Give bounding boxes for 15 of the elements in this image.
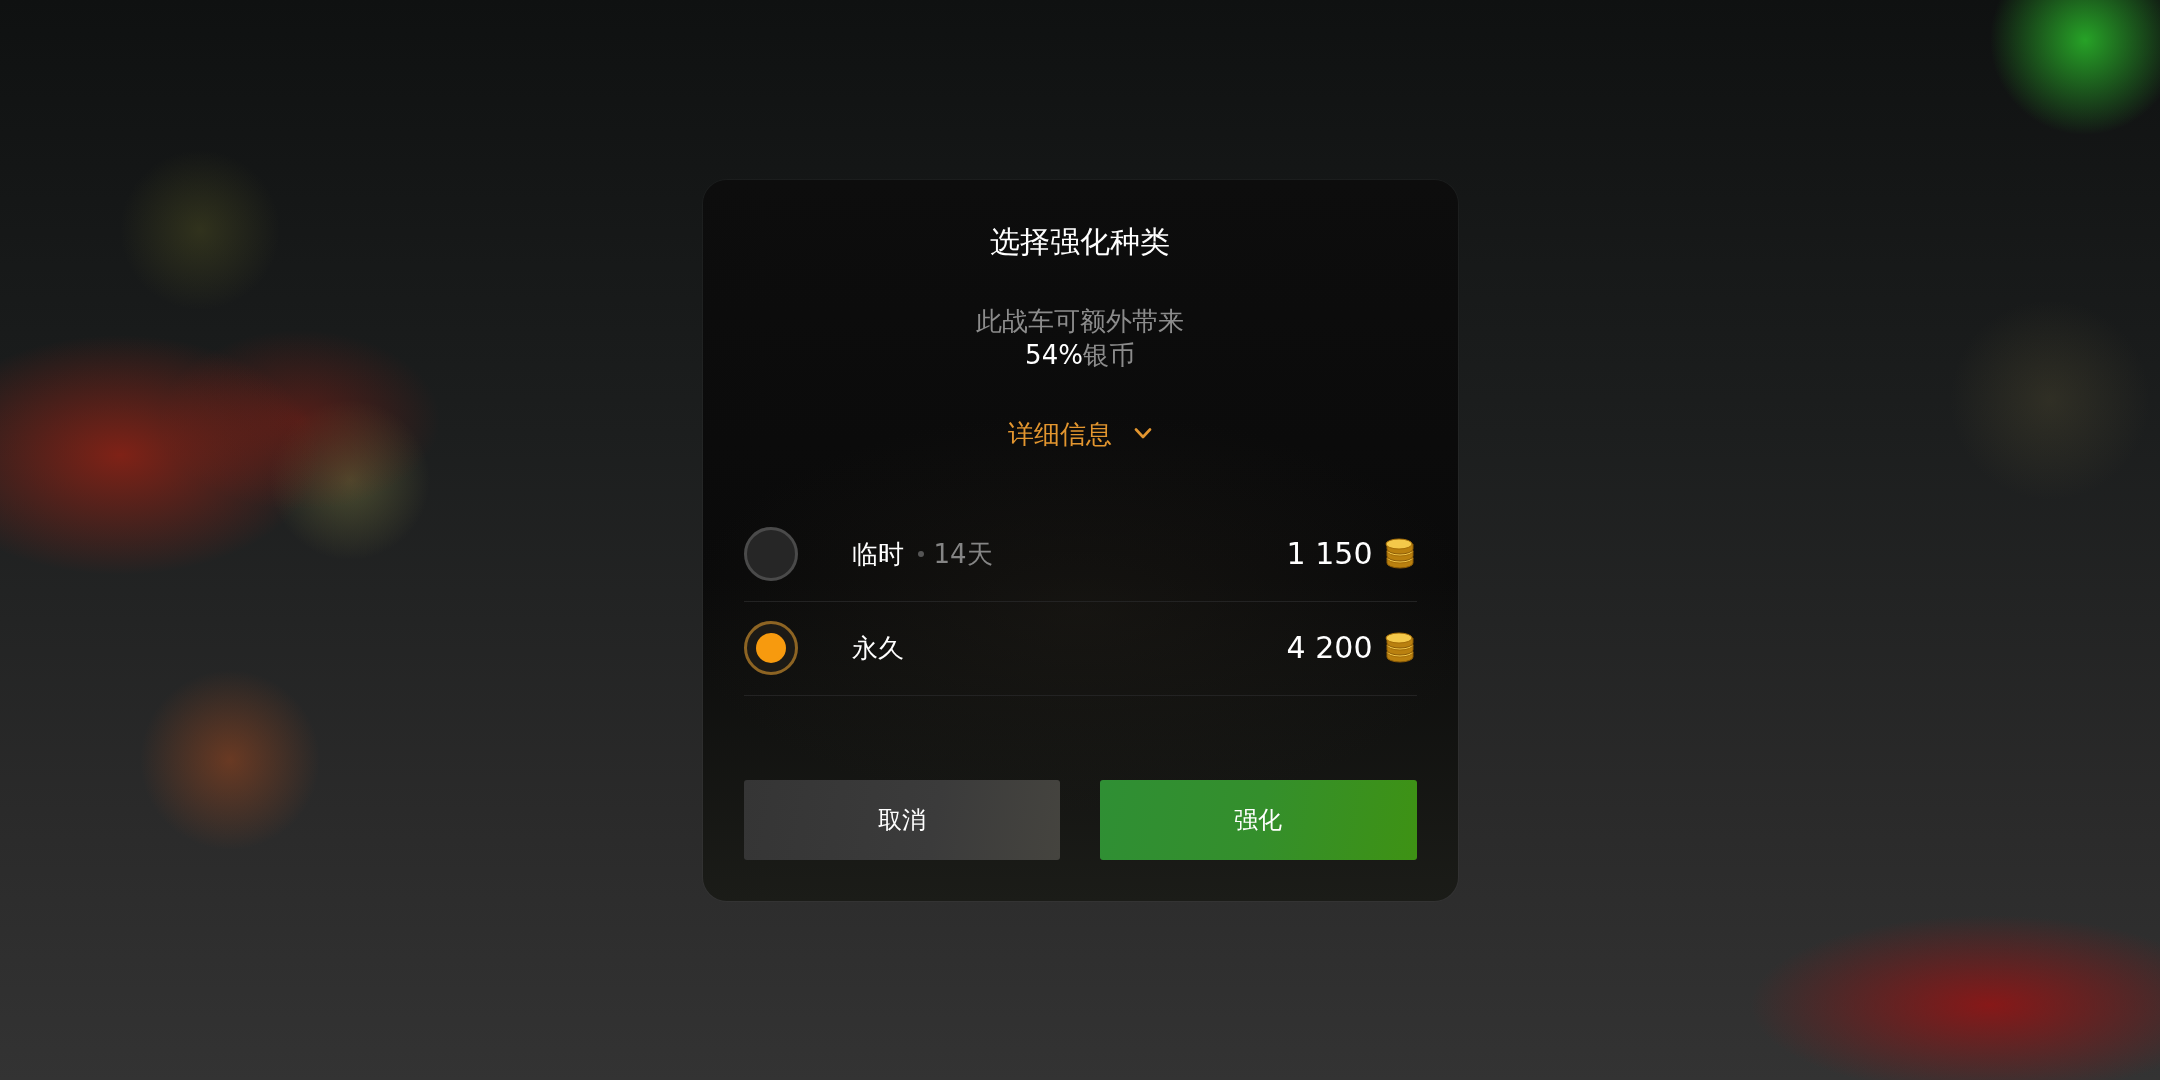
- coin-stack-icon: [1384, 632, 1415, 664]
- radio-button[interactable]: [743, 621, 798, 675]
- price-text: 4 200: [1286, 630, 1373, 666]
- option-label: 临时: [851, 538, 904, 571]
- duration-text: 14天: [933, 538, 993, 571]
- description-text: 此战车可额外带来 54%银币: [975, 304, 1185, 372]
- coin-stack-icon: [1384, 538, 1415, 570]
- upgrade-button[interactable]: 强化: [1100, 779, 1417, 860]
- radio-button[interactable]: [743, 527, 798, 581]
- separator-dot-icon: [917, 551, 924, 557]
- cancel-button[interactable]: 取消: [743, 779, 1060, 860]
- details-link[interactable]: 详细信息: [1008, 416, 1152, 451]
- option-label: 永久: [851, 632, 904, 665]
- dialog-title: 选择强化种类: [989, 223, 1171, 260]
- price-text: 1 150: [1286, 536, 1373, 572]
